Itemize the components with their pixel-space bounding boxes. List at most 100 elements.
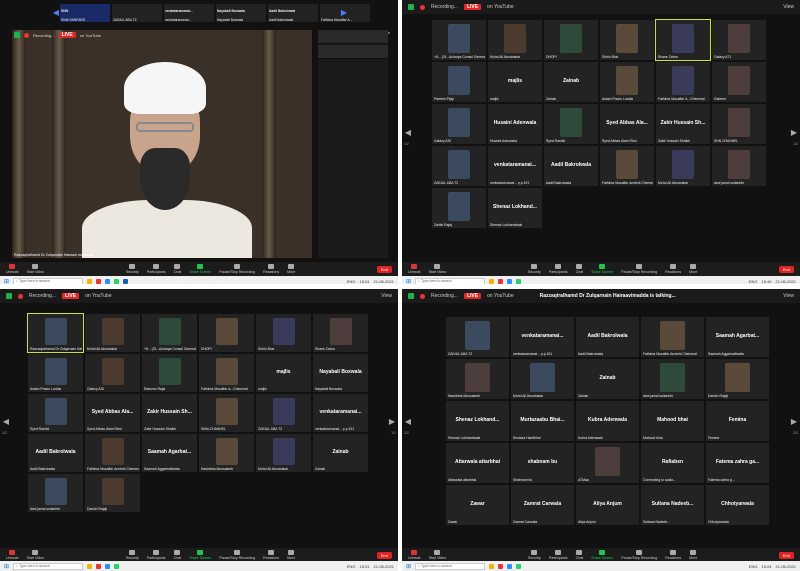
participants-button[interactable]: Participants bbox=[147, 550, 166, 560]
participant-tile[interactable]: Attarwala attarbhai Attarwala attarbhai bbox=[446, 443, 509, 483]
chrome-icon[interactable] bbox=[96, 563, 102, 569]
participant-tile[interactable]: Syed Rashid bbox=[544, 104, 598, 144]
participant-tile[interactable]: Gabeen bbox=[712, 62, 766, 102]
zoom-icon[interactable] bbox=[105, 278, 111, 284]
participant-tile[interactable]: majlis majlis bbox=[256, 354, 311, 392]
participant-tile[interactable]: Saamah Agarbat... Saamah Aggarbattiwala bbox=[706, 317, 769, 357]
start-video-button[interactable]: Start Video bbox=[27, 264, 44, 274]
participant-tile[interactable]: Zainab Zainab bbox=[576, 359, 639, 399]
participant-tile[interactable]: Sultana Nadeeb... Sultana Nadeeb... bbox=[641, 485, 704, 525]
participant-tile[interactable]: shabnam bu Shabnam bu bbox=[511, 443, 574, 483]
participant-tile[interactable]: dani jamal sultanbhi bbox=[641, 359, 704, 399]
participant-tile[interactable]: Mahood bhai Mahood bhai bbox=[641, 401, 704, 441]
participant-tile[interactable]: SNN CHANNEL bbox=[712, 104, 766, 144]
file-explorer-icon[interactable] bbox=[87, 563, 93, 569]
taskbar-search-input[interactable]: ⌕ Type here to search bbox=[415, 277, 486, 284]
recording-indicator[interactable]: Recording... LIVE on YouTube View bbox=[402, 0, 800, 14]
participant-tile[interactable]: ATMaa bbox=[576, 443, 639, 483]
windows-start-icon[interactable]: ⊞ bbox=[406, 278, 411, 285]
participant-tile[interactable]: ZAINUL ABA TZ bbox=[432, 146, 486, 186]
participant-tile[interactable]: Danish Rajaji bbox=[85, 474, 140, 512]
file-explorer-icon[interactable] bbox=[489, 563, 495, 569]
participant-tile[interactable]: Fathima Muzaffar Armishi Chemmal bbox=[641, 317, 704, 357]
chat-button[interactable]: Chat bbox=[576, 550, 583, 560]
participant-tile[interactable]: Fathima Muzaffar A...Chemmal bbox=[656, 62, 710, 102]
unmute-button[interactable]: Unmute bbox=[408, 264, 421, 274]
participant-tile[interactable]: Zakir Hussain Sh... Zakir Hussain Shaikh bbox=[656, 104, 710, 144]
participant-tile[interactable]: Syed Abbas Ala... Syed Abbas Alam Rizvi bbox=[85, 394, 140, 432]
reactions-button[interactable]: Reactions bbox=[263, 264, 279, 274]
participant-tile[interactable]: Aadil Bakrolwala Aadil Bakrolwala bbox=[28, 434, 83, 472]
start-video-button[interactable]: Start Video bbox=[429, 264, 446, 274]
participant-tile[interactable]: +8... (Ol...Acharya Consul General) bbox=[142, 314, 197, 352]
zoom-icon[interactable] bbox=[507, 563, 513, 569]
pause-stop-recording-button[interactable]: Pause/Stop Recording bbox=[219, 550, 255, 560]
view-button[interactable]: View bbox=[783, 293, 794, 299]
file-explorer-icon[interactable] bbox=[87, 278, 93, 284]
thumbnail-tile[interactable]: SNN Shifa SNNFARD bbox=[60, 4, 110, 22]
participant-tile[interactable]: Rafiaben Connecting to audio... bbox=[641, 443, 704, 483]
windows-start-icon[interactable]: ⊞ bbox=[406, 563, 411, 570]
participant-tile[interactable]: Syed Abbas Ala... Syed Abbas Alam Rizvi bbox=[600, 104, 654, 144]
unmute-button[interactable]: Unmute bbox=[6, 550, 19, 560]
unmute-button[interactable]: Unmute bbox=[408, 550, 421, 560]
participant-tile[interactable]: Danish Rajaji bbox=[706, 359, 769, 399]
participant-tile[interactable]: Fathima Muzaffar Armishi Chemmal... bbox=[600, 146, 654, 186]
thumbnail-tile[interactable]: Nayabali Boxwala Nayabali Boxwala bbox=[216, 4, 266, 22]
participant-tile[interactable]: Aslam Pravin Luddar bbox=[600, 62, 654, 102]
end-meeting-button[interactable]: End bbox=[778, 551, 794, 559]
participant-tile[interactable]: venkataramanai... venkataramanai... p.p.1… bbox=[313, 394, 368, 432]
next-page-arrow-icon[interactable]: ▶ bbox=[340, 8, 348, 18]
participants-button[interactable]: Participants bbox=[147, 264, 166, 274]
whatsapp-icon[interactable] bbox=[114, 563, 120, 569]
participant-tile[interactable]: Shifa CHANNEL bbox=[199, 394, 254, 432]
taskbar-search-input[interactable]: ⌕ Type here to search bbox=[415, 562, 486, 570]
end-meeting-button[interactable]: End bbox=[376, 551, 392, 559]
participant-tile[interactable]: DHOPI bbox=[544, 20, 598, 60]
whatsapp-icon[interactable] bbox=[516, 563, 522, 569]
next-page-arrow-icon[interactable]: ▶ bbox=[388, 417, 396, 427]
reactions-button[interactable]: Reactions bbox=[665, 550, 681, 560]
participant-tile[interactable]: Shane Zahra bbox=[313, 314, 368, 352]
reactions-button[interactable]: Reactions bbox=[665, 264, 681, 274]
share-screen-button[interactable]: Share Screen bbox=[189, 264, 211, 274]
view-button[interactable]: View bbox=[381, 293, 392, 299]
pause-stop-recording-button[interactable]: Pause/Stop Recording bbox=[621, 550, 657, 560]
prev-page-arrow-icon[interactable]: ◀ bbox=[404, 417, 412, 427]
participant-tile[interactable]: Zainib Rajaj bbox=[432, 188, 486, 228]
participant-tile[interactable]: venkataramanai... venkataramanai... p.p.1… bbox=[488, 146, 542, 186]
participant-tile[interactable]: Fathima Muzaffar A...Chemmal bbox=[199, 354, 254, 392]
participant-tile[interactable]: Mohd Ali Aboobakar bbox=[85, 314, 140, 352]
windows-start-icon[interactable]: ⊞ bbox=[4, 563, 9, 570]
participant-tile[interactable]: Aliya Anjum Aliya Anjum bbox=[576, 485, 639, 525]
participant-tile[interactable]: Shenaz Lokhand... Shenaz Lokhandwala bbox=[446, 401, 509, 441]
participant-tile[interactable]: Mohd Ali Aboobakar bbox=[511, 359, 574, 399]
participant-tile[interactable]: ZAINUL ABA TZ bbox=[446, 317, 509, 357]
chat-button[interactable]: Chat bbox=[576, 264, 583, 274]
end-meeting-button[interactable]: End bbox=[376, 265, 392, 273]
start-video-button[interactable]: Start Video bbox=[429, 550, 446, 560]
participant-tile[interactable]: Zainab Zainab bbox=[313, 434, 368, 472]
recording-indicator[interactable]: Recording... LIVE on YouTube View bbox=[0, 289, 398, 303]
file-explorer-icon[interactable] bbox=[489, 278, 495, 284]
chat-button[interactable]: Chat bbox=[174, 550, 181, 560]
recording-indicator[interactable]: Recording... LIVE on YouTube bbox=[14, 32, 101, 38]
participant-tile[interactable]: Razzaqiralhamd Dr Zulqarnain Hairaavi bbox=[27, 313, 84, 353]
reactions-button[interactable]: Reactions bbox=[263, 550, 279, 560]
participant-tile[interactable]: Shirin Bhai bbox=[600, 20, 654, 60]
recording-indicator[interactable]: Recording... LIVE on YouTube Razzaqiralh… bbox=[402, 289, 800, 303]
participant-tile[interactable]: Saamah Agarbat... Saamah Aggarbattiwala bbox=[142, 434, 197, 472]
participant-tile[interactable]: Husaini Adenwala Husaini Adenwala bbox=[488, 104, 542, 144]
security-button[interactable]: Security bbox=[528, 264, 541, 274]
security-button[interactable]: Security bbox=[126, 550, 139, 560]
participant-tile[interactable]: Nayabali Boxwala Nayabali Boxwala bbox=[313, 354, 368, 392]
prev-page-arrow-icon[interactable]: ◀ bbox=[2, 417, 10, 427]
next-page-arrow-icon[interactable]: ▶ bbox=[790, 128, 798, 138]
participant-tile[interactable]: Zawar Zawar bbox=[446, 485, 509, 525]
participant-tile[interactable]: Nasirbeta Moosaleeb bbox=[446, 359, 509, 399]
chrome-icon[interactable] bbox=[96, 278, 102, 284]
participant-tile[interactable]: Shenaz Lokhand... Shenaz Lokhandwala bbox=[488, 188, 542, 228]
share-screen-button[interactable]: Share Screen bbox=[591, 550, 613, 560]
participant-tile[interactable]: Shirin Bhai bbox=[256, 314, 311, 352]
participant-tile[interactable]: venkataramanai... venkataramanai... p.p.1… bbox=[511, 317, 574, 357]
